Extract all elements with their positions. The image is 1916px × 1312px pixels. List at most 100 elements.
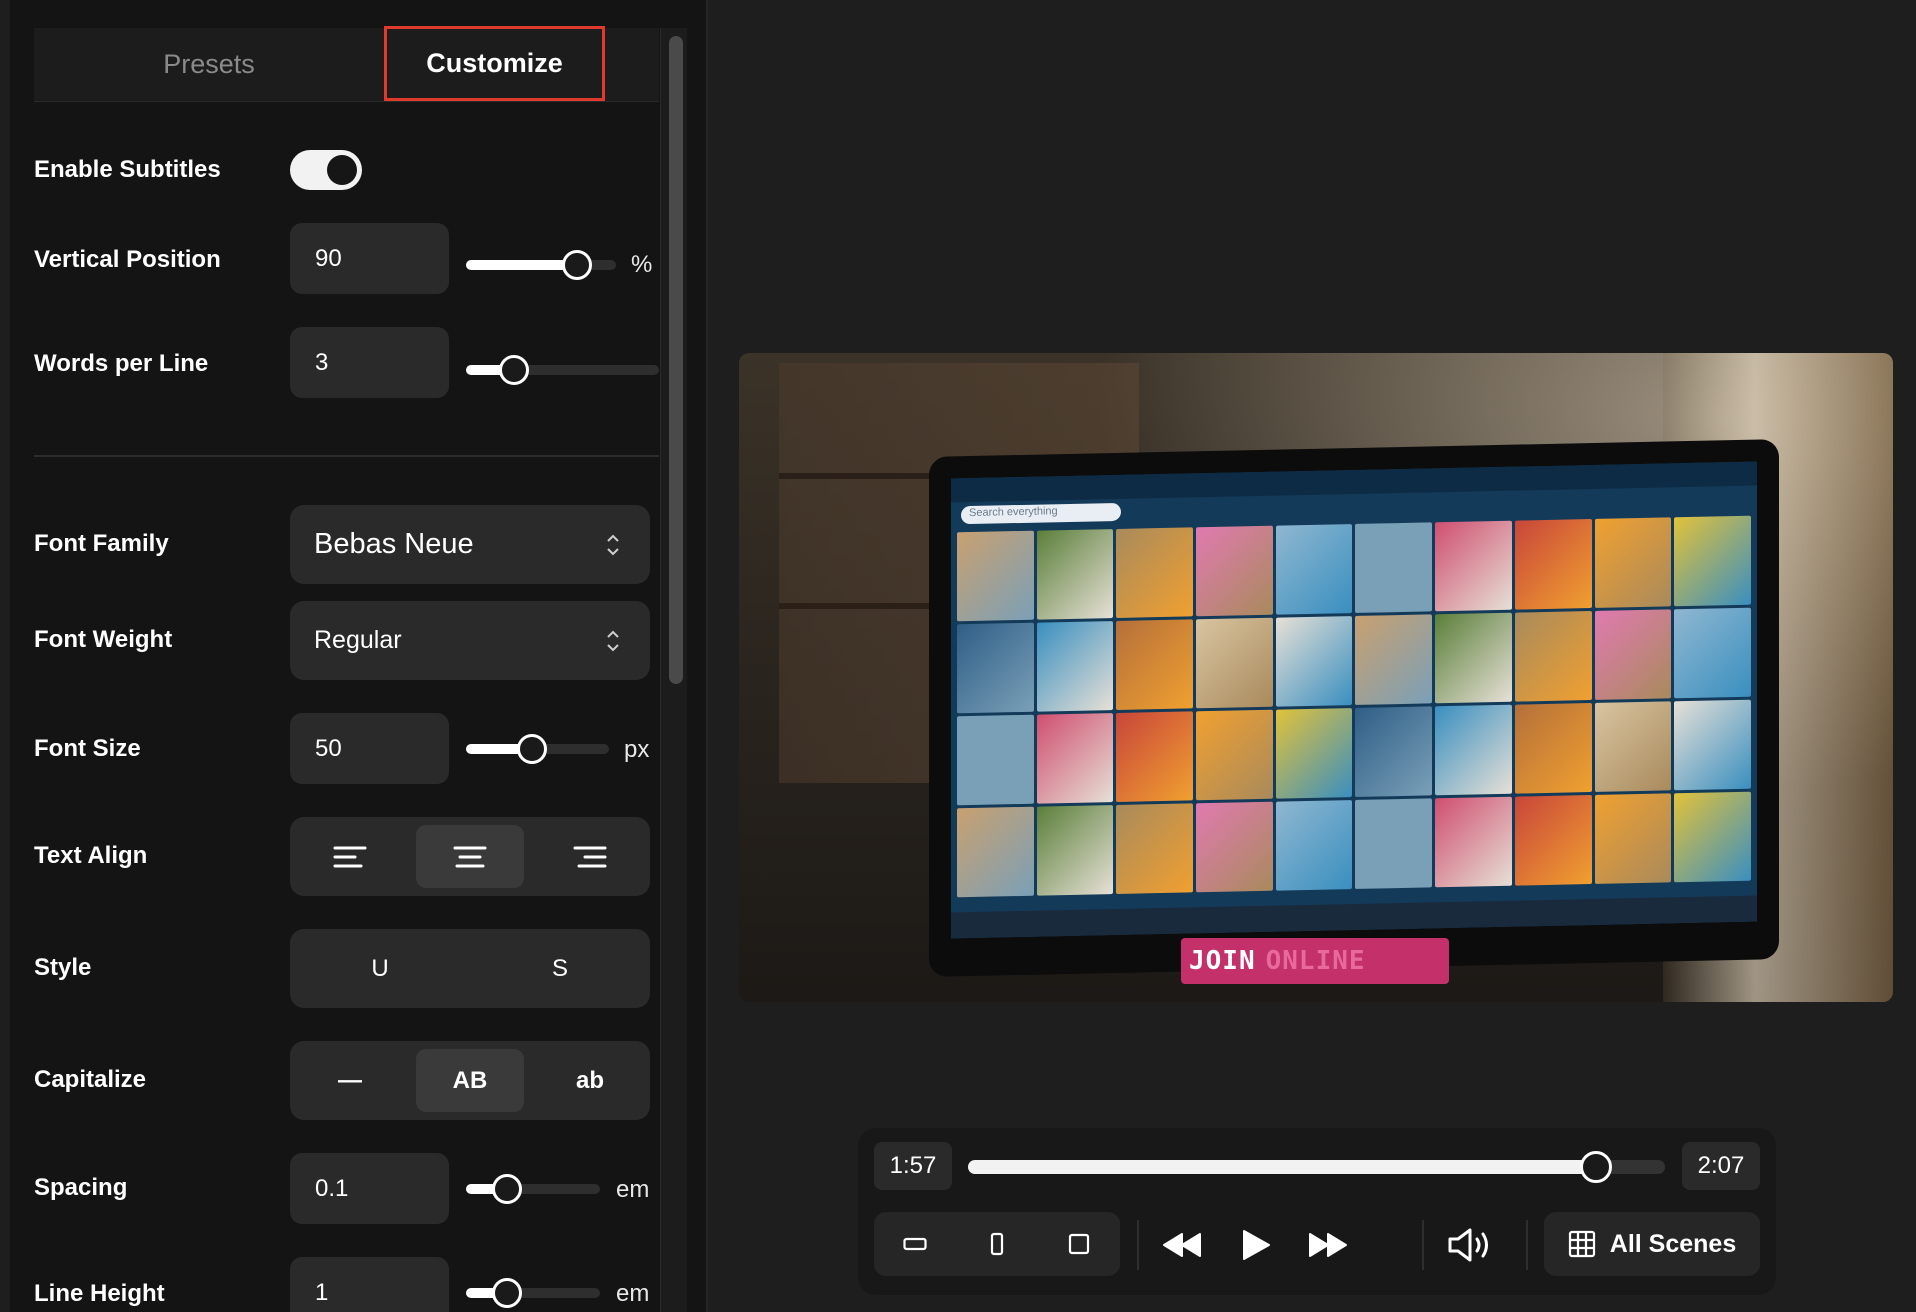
photo-tile	[1355, 614, 1433, 705]
align-left-button[interactable]	[296, 825, 404, 888]
photo-tile	[1036, 805, 1114, 896]
spacing-label: Spacing	[34, 1174, 128, 1201]
spacing-slider[interactable]	[466, 1174, 600, 1204]
panel-divider	[706, 0, 708, 1312]
photo-tile	[1355, 706, 1433, 797]
line-height-input[interactable]: 1	[290, 1257, 449, 1312]
words-per-line-slider[interactable]	[466, 355, 659, 385]
chevron-updown-icon	[607, 630, 619, 652]
font-family-value: Bebas Neue	[314, 528, 474, 560]
capitalize-none-button[interactable]: —	[296, 1049, 404, 1112]
aspect-landscape-button[interactable]	[885, 1218, 945, 1270]
photo-tile	[1196, 617, 1273, 709]
tab-presets[interactable]: Presets	[34, 28, 384, 101]
aspect-square-button[interactable]	[1049, 1218, 1109, 1270]
slider-thumb[interactable]	[492, 1278, 522, 1308]
rewind-button[interactable]	[1154, 1220, 1210, 1270]
align-left-icon	[333, 846, 367, 867]
vertical-position-unit: %	[631, 251, 653, 278]
font-weight-value: Regular	[314, 626, 402, 654]
font-size-input[interactable]: 50	[290, 713, 449, 784]
align-right-button[interactable]	[536, 825, 644, 888]
photo-tile	[1116, 619, 1194, 710]
all-scenes-button[interactable]: All Scenes	[1544, 1212, 1760, 1276]
capitalize-label: Capitalize	[34, 1066, 147, 1093]
font-family-label: Font Family	[34, 530, 169, 557]
volume-button[interactable]	[1442, 1220, 1498, 1270]
tab-customize[interactable]: Customize	[384, 26, 605, 101]
photo-tile	[957, 530, 1034, 622]
font-size-unit: px	[624, 736, 650, 763]
font-size-slider[interactable]	[466, 734, 609, 764]
slider-thumb[interactable]	[516, 734, 547, 764]
aspect-ratio-group	[874, 1212, 1120, 1276]
line-height-unit: em	[616, 1280, 650, 1307]
browser-toolbar	[951, 461, 1757, 503]
play-button[interactable]	[1228, 1220, 1284, 1270]
capitalize-lower-button[interactable]: ab	[536, 1049, 644, 1112]
align-center-button[interactable]	[416, 825, 524, 888]
font-family-select[interactable]: Bebas Neue	[290, 505, 650, 584]
font-weight-select[interactable]: Regular	[290, 601, 650, 680]
align-right-icon	[573, 846, 607, 867]
fast-forward-button[interactable]	[1300, 1220, 1356, 1270]
progress-thumb[interactable]	[1579, 1151, 1612, 1183]
capitalize-upper-button[interactable]: AB	[416, 1049, 524, 1112]
progress-bar[interactable]	[968, 1151, 1665, 1183]
photo-tile	[1036, 713, 1114, 804]
toggle-knob	[327, 155, 357, 185]
enable-subtitles-toggle[interactable]	[290, 150, 362, 190]
control-separator	[1422, 1220, 1424, 1270]
photo-tile	[1435, 796, 1512, 888]
text-align-group	[290, 817, 650, 896]
align-center-icon	[453, 846, 487, 867]
photo-tile	[1116, 711, 1194, 802]
player-controls: 1:57 2:07 All Scenes	[858, 1128, 1776, 1295]
underline-button[interactable]: U	[296, 937, 464, 1000]
photo-tile	[1275, 524, 1353, 615]
words-per-line-input[interactable]: 3	[290, 327, 449, 398]
photo-tile	[957, 714, 1034, 806]
photo-tile	[1435, 612, 1512, 704]
style-group: U S	[290, 929, 650, 1008]
square-icon	[1068, 1233, 1090, 1255]
subtitle-settings-panel: Presets Customize Enable Subtitles Verti…	[10, 0, 706, 1312]
photo-tile	[1196, 709, 1273, 801]
photo-tile	[1196, 801, 1273, 893]
photo-tile	[1514, 519, 1592, 610]
section-divider	[34, 455, 659, 457]
spacing-input[interactable]: 0.1	[290, 1153, 449, 1224]
photo-tile	[1275, 800, 1353, 891]
photo-tile	[1674, 515, 1751, 607]
strikethrough-button[interactable]: S	[476, 937, 644, 1000]
vertical-position-slider[interactable]	[466, 250, 616, 280]
aspect-portrait-button[interactable]	[967, 1218, 1027, 1270]
subtitle-overlay: JOIN ONLINE	[1181, 938, 1449, 984]
photo-tile	[1594, 701, 1672, 792]
photo-tile	[1594, 609, 1672, 700]
panel-tabs: Presets Customize	[34, 26, 659, 102]
vertical-position-input[interactable]: 90	[290, 223, 449, 294]
photo-tile	[957, 622, 1034, 714]
control-separator	[1137, 1220, 1139, 1270]
browser-searchbar: Search everything	[961, 502, 1121, 525]
photo-tile	[1514, 703, 1592, 794]
slider-thumb[interactable]	[492, 1174, 522, 1204]
current-time: 1:57	[874, 1142, 952, 1190]
search-text: Search everything	[969, 505, 1058, 520]
slider-thumb[interactable]	[562, 250, 592, 280]
style-label: Style	[34, 954, 92, 981]
slider-thumb[interactable]	[498, 355, 529, 385]
panel-scrollbar-thumb[interactable]	[669, 36, 683, 684]
font-size-label: Font Size	[34, 735, 141, 762]
portrait-icon	[990, 1232, 1004, 1256]
slider-fill	[466, 260, 577, 270]
video-preview[interactable]: Search everything JOIN ONLINE	[739, 353, 1893, 1002]
fast-forward-icon	[1309, 1233, 1347, 1257]
vertical-position-label: Vertical Position	[34, 246, 221, 273]
photo-tile	[1036, 529, 1114, 620]
line-height-slider[interactable]	[466, 1278, 600, 1308]
control-separator	[1526, 1220, 1528, 1270]
photo-tile	[957, 806, 1034, 898]
photo-tile	[1674, 607, 1751, 699]
